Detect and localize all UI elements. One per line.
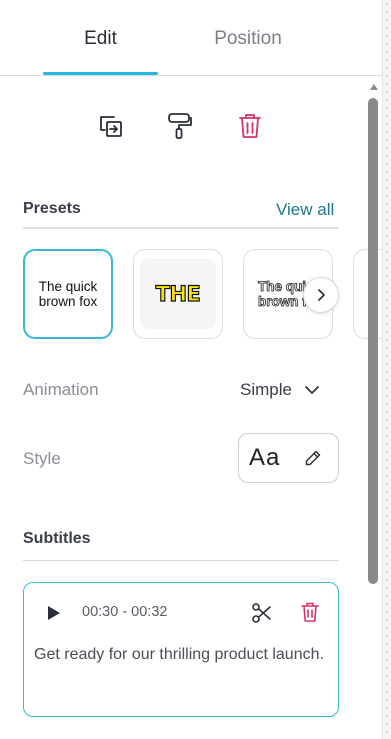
copy-style-button[interactable] [164,110,196,142]
divider [23,227,339,229]
replace-icon [100,116,122,137]
style-picker[interactable]: Aa [238,433,339,483]
animation-value: Simple [240,380,292,399]
view-all-link[interactable]: View all [276,200,334,220]
pencil-icon [305,450,321,466]
preset-card[interactable]: THE [133,249,223,339]
replace-button[interactable] [95,110,127,142]
caption-editor-panel: Edit Position Presets View all The quick [0,0,383,739]
scroll-up-arrow-icon[interactable] [368,82,380,92]
subtitle-time-range: 00:30 - 00:32 [82,604,168,620]
scissors-icon[interactable] [251,602,273,624]
tab-edit[interactable]: Edit [43,28,158,76]
preset-card[interactable]: The quick brown fox [23,249,113,339]
animation-dropdown[interactable]: Simple [240,378,320,402]
tab-position[interactable]: Position [198,28,298,76]
trash-icon[interactable] [300,601,320,623]
divider [23,560,339,561]
scrollbar-thumb[interactable] [368,98,378,584]
subtitle-text[interactable]: Get ready for our thrilling product laun… [34,641,324,668]
trash-icon [239,114,261,138]
canvas-background [383,0,391,739]
active-tab-indicator [43,72,158,75]
subtitles-title: Subtitles [23,530,91,547]
carousel-next-button[interactable] [303,277,339,313]
style-label: Style [23,449,61,468]
chevron-right-icon [318,289,325,301]
presets-title: Presets [23,200,81,217]
tab-bar: Edit Position [0,0,382,76]
preset-preview: The quick brown fox [38,279,98,309]
chevron-down-icon [305,386,319,394]
paint-roller-icon [168,113,192,139]
preset-preview: THE [140,259,216,329]
play-icon[interactable] [44,604,62,622]
style-preview: Aa [249,444,281,471]
subtitle-card[interactable]: 00:30 - 00:32 Get ready for our thrillin… [23,582,339,717]
animation-label: Animation [23,380,99,399]
delete-button[interactable] [234,110,266,142]
